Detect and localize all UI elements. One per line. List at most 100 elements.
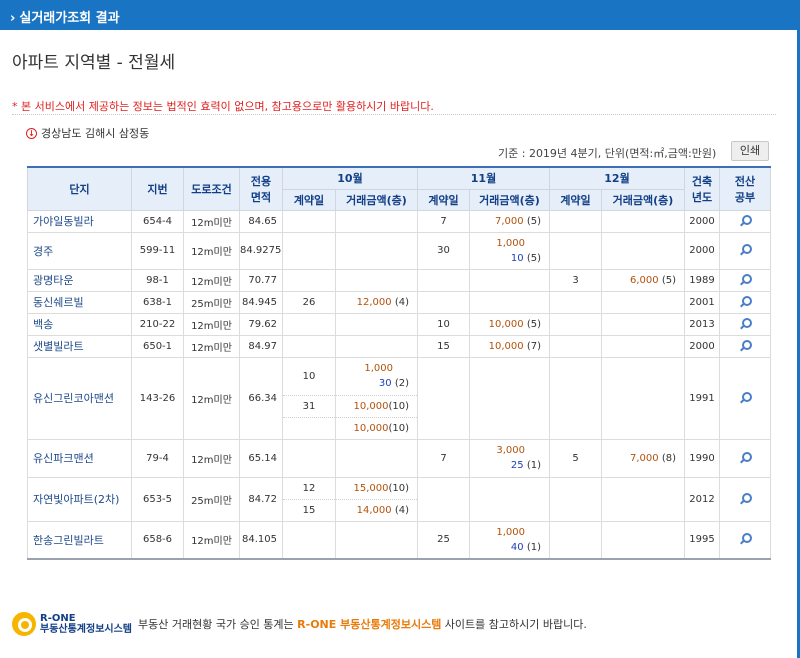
document-button[interactable] xyxy=(719,520,771,560)
area: 84.65 xyxy=(239,209,283,232)
divider xyxy=(12,114,776,115)
area: 65.14 xyxy=(239,438,283,477)
col-m10-amount: 거래금액(층) xyxy=(335,188,418,211)
complex-name[interactable]: 가야일동빌라 xyxy=(27,209,132,232)
contract-day: 10 xyxy=(282,356,336,395)
road-condition: 12m미만 xyxy=(183,520,240,560)
magnifier-icon[interactable] xyxy=(739,243,752,255)
contract-day: 15 xyxy=(282,498,336,521)
amount: 10,000 (5) xyxy=(469,312,550,335)
build-year: 1990 xyxy=(684,438,720,477)
magnifier-icon[interactable] xyxy=(739,391,752,403)
print-button[interactable]: 인쇄 xyxy=(731,141,769,161)
disclaimer-notice: * 본 서비스에서 제공하는 정보는 법적인 효력이 없으며, 참고용으로만 활… xyxy=(12,100,434,113)
lot-number: 654-4 xyxy=(131,209,184,232)
col-road: 도로조건 xyxy=(183,166,240,211)
table-row: 샛별빌라트 650-1 12m미만 84.97 15 10,000 (7) 20… xyxy=(27,334,771,357)
col-document: 전산 공부 xyxy=(719,166,771,211)
road-condition: 25m미만 xyxy=(183,476,240,521)
document-button[interactable] xyxy=(719,290,771,313)
document-button[interactable] xyxy=(719,231,771,269)
table-row: 한송그린빌라트 658-6 12m미만 84.105 25 1,000 40 (… xyxy=(27,520,771,560)
amount: 1,000 40 (1) xyxy=(469,520,550,560)
table-row: 동신쉐르빌 638-1 25m미만 84.945 26 12,000 (4) 2… xyxy=(27,290,771,313)
col-build-year: 건축 년도 xyxy=(684,166,720,211)
magnifier-icon[interactable] xyxy=(739,295,752,307)
logo-text[interactable]: R-ONE 부동산통계정보시스템 xyxy=(40,613,132,635)
unit-basis: 기준 : 2019년 4분기, 단위(면적:㎡,금액:만원) xyxy=(498,147,717,160)
document-button[interactable] xyxy=(719,438,771,477)
complex-name[interactable]: 동신쉐르빌 xyxy=(27,290,132,313)
complex-name[interactable]: 유신파크맨션 xyxy=(27,438,132,477)
complex-name[interactable]: 유신그린코아맨션 xyxy=(27,356,132,439)
lot-number: 210-22 xyxy=(131,312,184,335)
road-condition: 12m미만 xyxy=(183,268,240,291)
amount: 7,000 (5) xyxy=(469,209,550,232)
col-month-10: 10월 xyxy=(282,166,418,190)
lot-number: 143-26 xyxy=(131,356,184,439)
contract-day: 26 xyxy=(282,290,336,313)
col-m12-amount: 거래금액(층) xyxy=(601,188,685,211)
contract-day: 7 xyxy=(417,438,470,477)
amount: 1,000 10 (5) xyxy=(469,231,550,269)
road-condition: 12m미만 xyxy=(183,231,240,269)
document-button[interactable] xyxy=(719,268,771,291)
build-year: 2000 xyxy=(684,334,720,357)
magnifier-icon[interactable] xyxy=(739,451,752,463)
table-row: 유신그린코아맨션 143-26 12m미만 66.34 10 1,000 30 … xyxy=(27,356,771,439)
r-one-logo-icon[interactable] xyxy=(12,612,36,636)
lot-number: 653-5 xyxy=(131,476,184,521)
table-row: 가야일동빌라 654-4 12m미만 84.65 7 7,000 (5) 200… xyxy=(27,209,771,232)
amount: 1,000 30 (2) xyxy=(335,356,418,395)
lot-number: 79-4 xyxy=(131,438,184,477)
contract-day: 30 xyxy=(417,231,470,269)
complex-name[interactable]: 자연빛아파트(2차) xyxy=(27,476,132,521)
build-year: 2013 xyxy=(684,312,720,335)
transaction-table: 단지 지번 도로조건 전용 면적 10월 11월 12월 건축 년도 전산 공부 계약… xyxy=(27,166,771,560)
magnifier-icon[interactable] xyxy=(739,492,752,504)
area: 84.72 xyxy=(239,476,283,521)
result-header: › 실거래가조회 결과 xyxy=(0,0,800,30)
area: 70.77 xyxy=(239,268,283,291)
footer: R-ONE 부동산통계정보시스템 부동산 거래현황 국가 승인 통계는 R-ON… xyxy=(12,612,587,636)
road-condition: 12m미만 xyxy=(183,334,240,357)
complex-name[interactable]: 백송 xyxy=(27,312,132,335)
document-button[interactable] xyxy=(719,312,771,335)
document-button[interactable] xyxy=(719,209,771,232)
magnifier-icon[interactable] xyxy=(739,317,752,329)
magnifier-icon[interactable] xyxy=(739,339,752,351)
location-label: ↓ 경상남도 김해시 삼정동 xyxy=(26,125,149,141)
magnifier-icon[interactable] xyxy=(739,532,752,544)
build-year: 1989 xyxy=(684,268,720,291)
magnifier-icon[interactable] xyxy=(739,273,752,285)
road-condition: 25m미만 xyxy=(183,290,240,313)
complex-name[interactable]: 한송그린빌라트 xyxy=(27,520,132,560)
contract-day: 5 xyxy=(549,438,602,477)
col-m11-amount: 거래금액(층) xyxy=(469,188,550,211)
build-year: 2012 xyxy=(684,476,720,521)
lot-number: 650-1 xyxy=(131,334,184,357)
contract-day: 25 xyxy=(417,520,470,560)
complex-name[interactable]: 샛별빌라트 xyxy=(27,334,132,357)
road-condition: 12m미만 xyxy=(183,438,240,477)
amount: 10,000 (7) xyxy=(469,334,550,357)
table-row: 백송 210-22 12m미만 79.62 10 10,000 (5) 2013 xyxy=(27,312,771,335)
amount: 6,000 (5) xyxy=(601,268,685,291)
complex-name[interactable]: 광명타운 xyxy=(27,268,132,291)
table-row: 유신파크맨션 79-4 12m미만 65.14 7 3,000 25 (1) 5… xyxy=(27,438,771,477)
magnifier-icon[interactable] xyxy=(739,214,752,226)
col-area: 전용 면적 xyxy=(239,166,283,211)
contract-day: 12 xyxy=(282,476,336,499)
document-button[interactable] xyxy=(719,476,771,521)
amount: 10,000(10) xyxy=(335,394,418,417)
amount: 10,000(10) xyxy=(335,416,418,439)
contract-day: 15 xyxy=(417,334,470,357)
road-condition: 12m미만 xyxy=(183,209,240,232)
area: 79.62 xyxy=(239,312,283,335)
r-one-link[interactable]: R-ONE 부동산통계정보시스템 xyxy=(297,618,441,631)
lot-number: 98-1 xyxy=(131,268,184,291)
document-button[interactable] xyxy=(719,334,771,357)
complex-name[interactable]: 경주 xyxy=(27,231,132,269)
contract-day: 7 xyxy=(417,209,470,232)
document-button[interactable] xyxy=(719,356,771,439)
